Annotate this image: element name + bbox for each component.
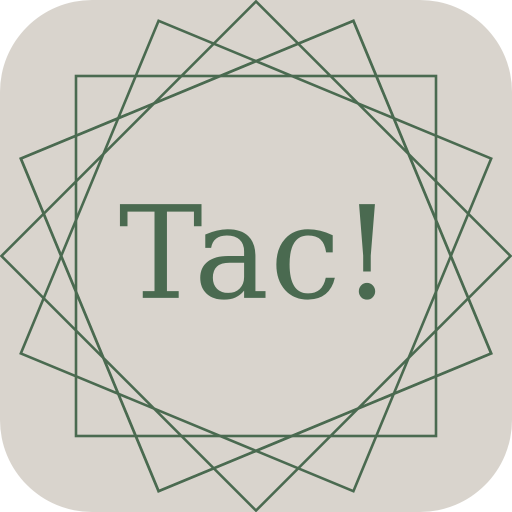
app-wordmark: Tac! bbox=[118, 178, 394, 329]
app-icon[interactable]: Tac! bbox=[0, 0, 512, 512]
